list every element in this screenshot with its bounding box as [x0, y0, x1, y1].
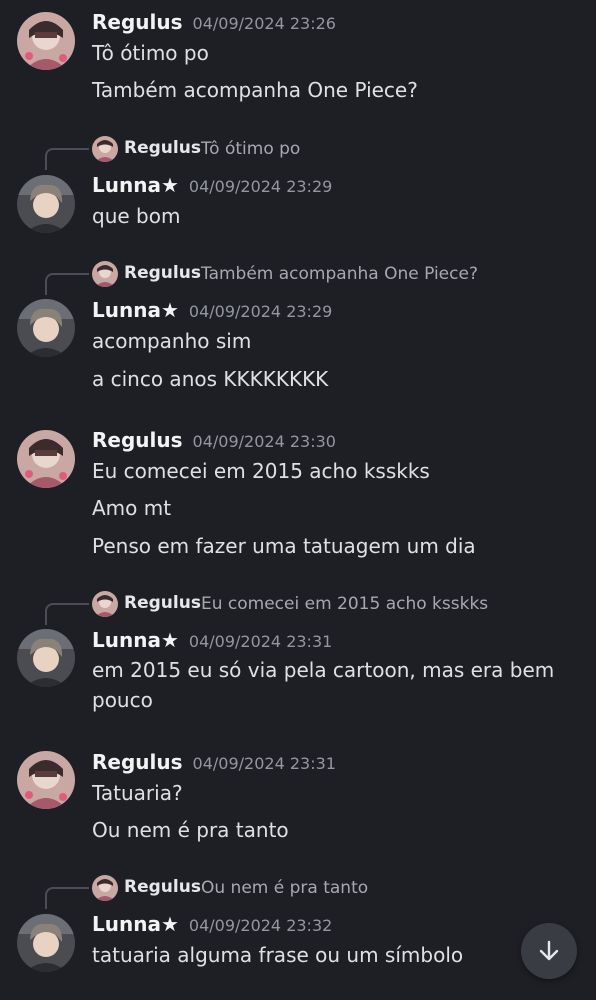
author-name[interactable]: Regulus — [92, 10, 183, 34]
reply-author: Regulus — [124, 877, 201, 897]
reply-avatar — [92, 261, 118, 287]
avatar-regulus[interactable] — [17, 12, 75, 70]
reply-connector — [45, 273, 89, 295]
message-text: Amo mt — [92, 496, 172, 520]
reply-preview[interactable]: Regulus Eu comecei em 2015 acho ksskks — [0, 589, 596, 625]
reply-text: Também acompanha One Piece? — [201, 264, 478, 284]
reply-connector — [45, 603, 89, 625]
avatar-lunna[interactable] — [17, 914, 75, 972]
reply-text: Tô ótimo po — [201, 139, 301, 159]
avatar-regulus[interactable] — [17, 751, 75, 809]
message-header: Lunna★ 04/09/2024 23:31 — [92, 628, 332, 652]
reply-preview[interactable]: Regulus Tô ótimo po — [0, 134, 596, 170]
reply-connector — [45, 148, 89, 170]
message-text: Tatuaria? — [92, 781, 183, 805]
reply-avatar — [92, 875, 118, 901]
author-name[interactable]: Regulus — [92, 428, 183, 452]
reply-author: Regulus — [124, 263, 201, 283]
avatar-regulus[interactable] — [17, 430, 75, 488]
message-text: Ou nem é pra tanto — [92, 818, 289, 842]
message-text: a cinco anos KKKKKKKK — [92, 367, 329, 391]
scroll-to-bottom-button[interactable] — [521, 923, 577, 979]
timestamp: 04/09/2024 23:31 — [192, 754, 336, 773]
timestamp: 04/09/2024 23:32 — [188, 916, 333, 935]
timestamp: 04/09/2024 23:31 — [188, 632, 333, 651]
message-header: Lunna★ 04/09/2024 23:29 — [92, 298, 332, 322]
timestamp: 04/09/2024 23:29 — [188, 177, 333, 196]
timestamp: 04/09/2024 23:26 — [192, 14, 336, 33]
message-header: Lunna★ 04/09/2024 23:29 — [92, 173, 332, 197]
message-text: que bom — [92, 204, 181, 228]
message-text: em 2015 eu só via pela cartoon, mas era … — [92, 658, 555, 712]
avatar-lunna[interactable] — [17, 175, 75, 233]
avatar-lunna[interactable] — [17, 299, 75, 357]
message-text: Penso em fazer uma tatuagem um dia — [92, 534, 476, 558]
message-text: Também acompanha One Piece? — [92, 78, 418, 102]
reply-author: Regulus — [124, 138, 201, 158]
avatar-lunna[interactable] — [17, 629, 75, 687]
reply-avatar — [92, 136, 118, 162]
message-text: Tô ótimo po — [92, 41, 209, 65]
arrow-down-icon — [539, 940, 559, 961]
reply-text: Ou nem é pra tanto — [201, 878, 369, 898]
timestamp: 04/09/2024 23:29 — [188, 302, 333, 321]
author-name[interactable]: Lunna★ — [92, 912, 179, 936]
message-header: Lunna★ 04/09/2024 23:32 — [92, 912, 332, 936]
message-text: Eu comecei em 2015 acho ksskks — [92, 459, 430, 483]
author-name[interactable]: Lunna★ — [92, 628, 179, 652]
author-name[interactable]: Lunna★ — [92, 173, 179, 197]
reply-connector — [45, 887, 89, 909]
reply-author: Regulus — [124, 593, 201, 613]
reply-avatar — [92, 591, 118, 617]
message-header: Regulus 04/09/2024 23:30 — [92, 428, 336, 452]
message-text: acompanho sim — [92, 329, 252, 353]
reply-preview[interactable]: Regulus Também acompanha One Piece? — [0, 259, 596, 295]
message-header: Regulus 04/09/2024 23:26 — [92, 10, 336, 34]
message-header: Regulus 04/09/2024 23:31 — [92, 750, 336, 774]
message-text: tatuaria alguma frase ou um símbolo — [92, 943, 464, 967]
reply-preview[interactable]: Regulus Ou nem é pra tanto — [0, 873, 596, 909]
author-name[interactable]: Regulus — [92, 750, 183, 774]
reply-text: Eu comecei em 2015 acho ksskks — [201, 594, 489, 614]
timestamp: 04/09/2024 23:30 — [192, 432, 336, 451]
author-name[interactable]: Lunna★ — [92, 298, 179, 322]
